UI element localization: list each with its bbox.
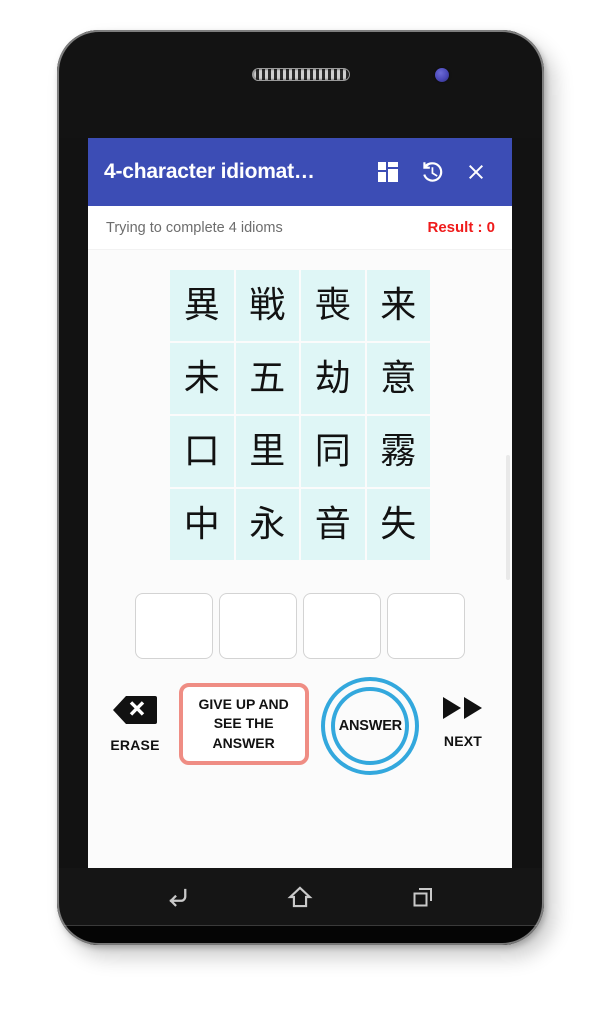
android-nav-bar (57, 868, 544, 926)
dashboard-icon[interactable] (366, 150, 410, 194)
grid-cell[interactable]: 意 (366, 343, 430, 414)
status-strip: Trying to complete 4 idioms Result : 0 (88, 206, 512, 250)
answer-slot[interactable] (219, 593, 297, 659)
grid-cell[interactable]: 霧 (366, 416, 430, 487)
answer-slot-row (135, 593, 465, 659)
phone-bottom-bezel (57, 926, 544, 945)
next-button[interactable]: NEXT (432, 681, 494, 749)
grid-cell[interactable]: 永 (235, 489, 299, 560)
grid-cell[interactable]: 五 (235, 343, 299, 414)
history-icon[interactable] (410, 150, 454, 194)
grid-cell[interactable]: 喪 (301, 270, 365, 341)
screenshot-stage: 4-character idiomat… Trying to complete … (0, 0, 600, 1024)
grid-cell[interactable]: 未 (170, 343, 234, 414)
front-camera-icon (435, 68, 449, 82)
answer-slot[interactable] (303, 593, 381, 659)
earpiece-speaker (251, 68, 350, 81)
phone-device: 4-character idiomat… Trying to complete … (57, 30, 544, 945)
back-icon[interactable] (155, 877, 201, 917)
answer-label: ANSWER (338, 718, 402, 734)
erase-button[interactable]: ERASE (104, 681, 166, 753)
backspace-icon (113, 694, 157, 731)
game-content: 異 戦 喪 来 未 五 劫 意 口 里 同 霧 中 永 音 失 ERASE GI… (88, 250, 512, 868)
character-grid: 異 戦 喪 来 未 五 劫 意 口 里 同 霧 中 永 音 失 (170, 270, 430, 560)
answer-slot[interactable] (135, 593, 213, 659)
grid-cell[interactable]: 口 (170, 416, 234, 487)
answer-button[interactable]: ANSWER (321, 677, 420, 775)
app-title: 4-character idiomat… (104, 160, 315, 183)
grid-cell[interactable]: 失 (366, 489, 430, 560)
give-up-button[interactable]: GIVE UP AND SEE THE ANSWER (178, 683, 309, 765)
status-message: Trying to complete 4 idioms (106, 219, 283, 236)
result-badge: Result : 0 (427, 219, 495, 236)
scrollbar[interactable] (506, 455, 510, 580)
erase-label: ERASE (110, 737, 160, 753)
action-row: ERASE GIVE UP AND SEE THE ANSWER ANSWER (88, 677, 512, 791)
grid-cell[interactable]: 劫 (301, 343, 365, 414)
grid-cell[interactable]: 戦 (235, 270, 299, 341)
recents-icon[interactable] (400, 877, 446, 917)
grid-cell[interactable]: 里 (235, 416, 299, 487)
grid-cell[interactable]: 来 (366, 270, 430, 341)
grid-cell[interactable]: 音 (301, 489, 365, 560)
grid-cell[interactable]: 異 (170, 270, 234, 341)
phone-screen: 4-character idiomat… Trying to complete … (88, 138, 512, 868)
next-label: NEXT (443, 733, 483, 749)
answer-slot[interactable] (387, 593, 465, 659)
grid-cell[interactable]: 同 (301, 416, 365, 487)
home-icon[interactable] (277, 877, 323, 917)
phone-top-bezel (57, 30, 544, 138)
app-bar: 4-character idiomat… (88, 138, 512, 206)
close-icon[interactable] (454, 150, 498, 194)
fast-forward-icon (441, 694, 485, 727)
grid-cell[interactable]: 中 (170, 489, 234, 560)
